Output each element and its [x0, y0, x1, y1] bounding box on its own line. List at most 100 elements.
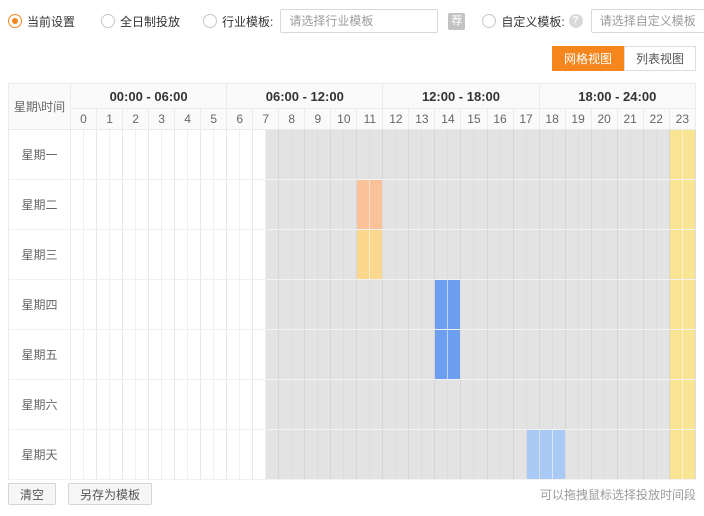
time-cell[interactable] [370, 280, 383, 330]
time-cell[interactable] [214, 130, 227, 180]
time-cell[interactable] [500, 130, 513, 180]
time-cell[interactable] [149, 130, 162, 180]
time-cell[interactable] [318, 380, 331, 430]
time-cell[interactable] [565, 230, 578, 280]
time-cell[interactable] [71, 280, 84, 330]
time-cell[interactable] [448, 180, 461, 230]
time-cell[interactable] [227, 280, 240, 330]
time-cell[interactable] [643, 180, 656, 230]
time-cell[interactable] [305, 430, 318, 480]
time-cell[interactable] [84, 230, 97, 280]
time-cell[interactable] [578, 180, 591, 230]
time-cell[interactable] [422, 230, 435, 280]
time-cell[interactable] [370, 180, 383, 230]
time-cell[interactable] [370, 430, 383, 480]
time-cell[interactable] [448, 330, 461, 380]
time-cell[interactable] [643, 230, 656, 280]
time-cell[interactable] [409, 230, 422, 280]
time-cell[interactable] [396, 430, 409, 480]
time-cell[interactable] [162, 230, 175, 280]
time-cell[interactable] [630, 380, 643, 430]
time-cell[interactable] [84, 280, 97, 330]
time-cell[interactable] [422, 430, 435, 480]
time-cell[interactable] [97, 230, 110, 280]
time-cell[interactable] [422, 130, 435, 180]
time-cell[interactable] [123, 130, 136, 180]
time-cell[interactable] [513, 280, 526, 330]
time-cell[interactable] [461, 430, 474, 480]
time-cell[interactable] [552, 380, 565, 430]
time-cell[interactable] [500, 180, 513, 230]
time-cell[interactable] [669, 180, 682, 230]
time-cell[interactable] [253, 330, 266, 380]
time-cell[interactable] [643, 430, 656, 480]
time-cell[interactable] [357, 130, 370, 180]
time-cell[interactable] [669, 280, 682, 330]
time-cell[interactable] [383, 180, 396, 230]
time-cell[interactable] [591, 380, 604, 430]
time-cell[interactable] [617, 130, 630, 180]
time-cell[interactable] [448, 380, 461, 430]
time-cell[interactable] [201, 330, 214, 380]
time-cell[interactable] [513, 430, 526, 480]
time-cell[interactable] [396, 180, 409, 230]
time-cell[interactable] [331, 180, 344, 230]
time-cell[interactable] [656, 230, 669, 280]
time-cell[interactable] [513, 330, 526, 380]
time-cell[interactable] [84, 430, 97, 480]
time-cell[interactable] [656, 280, 669, 330]
time-cell[interactable] [591, 430, 604, 480]
time-cell[interactable] [305, 380, 318, 430]
time-cell[interactable] [383, 430, 396, 480]
time-cell[interactable] [448, 230, 461, 280]
grid-view-button[interactable]: 网格视图 [552, 46, 624, 71]
time-cell[interactable] [552, 430, 565, 480]
time-cell[interactable] [370, 230, 383, 280]
time-cell[interactable] [318, 230, 331, 280]
time-cell[interactable] [591, 180, 604, 230]
time-cell[interactable] [344, 430, 357, 480]
time-cell[interactable] [591, 280, 604, 330]
time-cell[interactable] [682, 330, 695, 380]
time-cell[interactable] [305, 230, 318, 280]
time-cell[interactable] [539, 180, 552, 230]
time-cell[interactable] [240, 430, 253, 480]
time-cell[interactable] [123, 430, 136, 480]
time-cell[interactable] [227, 380, 240, 430]
time-cell[interactable] [370, 330, 383, 380]
time-cell[interactable] [591, 130, 604, 180]
time-cell[interactable] [656, 130, 669, 180]
time-cell[interactable] [240, 130, 253, 180]
time-cell[interactable] [149, 230, 162, 280]
time-cell[interactable] [487, 380, 500, 430]
time-cell[interactable] [149, 380, 162, 430]
time-cell[interactable] [539, 130, 552, 180]
time-cell[interactable] [266, 430, 279, 480]
time-cell[interactable] [565, 430, 578, 480]
time-cell[interactable] [630, 330, 643, 380]
time-cell[interactable] [682, 280, 695, 330]
time-cell[interactable] [162, 180, 175, 230]
time-cell[interactable] [84, 330, 97, 380]
time-cell[interactable] [526, 280, 539, 330]
time-cell[interactable] [344, 380, 357, 430]
time-cell[interactable] [357, 230, 370, 280]
time-cell[interactable] [656, 380, 669, 430]
time-cell[interactable] [578, 380, 591, 430]
time-cell[interactable] [370, 380, 383, 430]
time-cell[interactable] [656, 180, 669, 230]
time-cell[interactable] [84, 380, 97, 430]
time-cell[interactable] [617, 230, 630, 280]
time-cell[interactable] [643, 280, 656, 330]
time-cell[interactable] [578, 330, 591, 380]
time-cell[interactable] [500, 230, 513, 280]
time-cell[interactable] [344, 280, 357, 330]
time-cell[interactable] [617, 430, 630, 480]
time-cell[interactable] [448, 280, 461, 330]
radio-industry-template[interactable]: 行业模板: [203, 13, 273, 30]
time-cell[interactable] [513, 130, 526, 180]
time-cell[interactable] [578, 280, 591, 330]
time-cell[interactable] [71, 130, 84, 180]
time-cell[interactable] [71, 230, 84, 280]
time-cell[interactable] [383, 230, 396, 280]
